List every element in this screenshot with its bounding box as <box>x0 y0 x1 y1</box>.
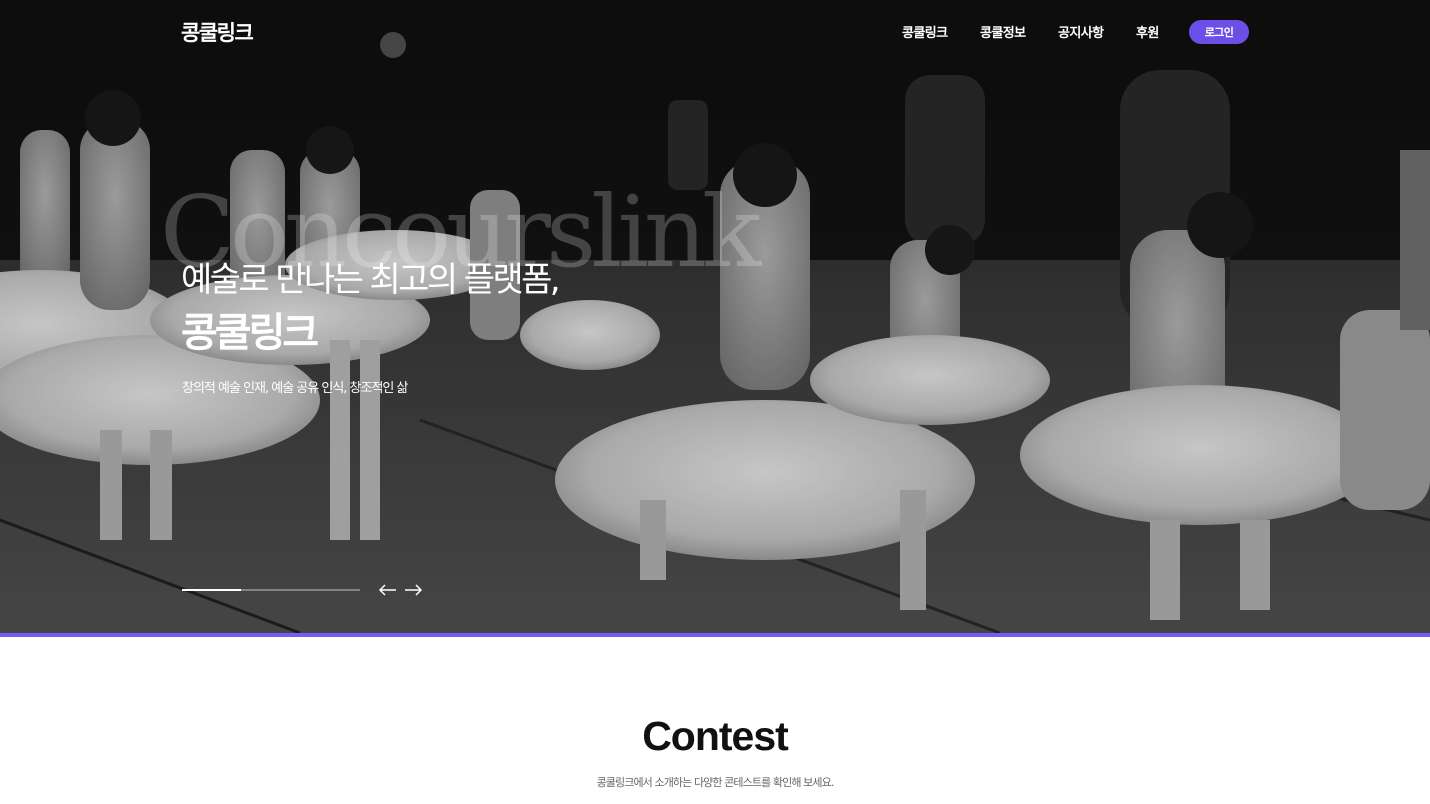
slider-progress-bar <box>182 589 360 591</box>
nav-item-contest-info[interactable]: 콩쿨정보 <box>980 22 1026 41</box>
arrow-right-icon <box>405 584 423 596</box>
login-button[interactable]: 로그인 <box>1189 20 1249 44</box>
section-title: Contest <box>642 713 789 759</box>
slider-prev-button[interactable] <box>377 579 399 601</box>
hero-banner: Concourslink 예술로 만나는 최고의 플랫폼, 콩쿨링크 창의적 예… <box>0 0 1430 633</box>
hero-heading-brand: 콩쿨링크 <box>181 310 319 356</box>
hero-bottom-accent <box>0 633 1430 637</box>
nav-item-concourslink[interactable]: 콩쿨링크 <box>902 22 948 41</box>
slider-progress-fill <box>182 589 241 591</box>
hero-heading: 예술로 만나는 최고의 플랫폼, <box>181 260 561 300</box>
nav-item-sponsor[interactable]: 후원 <box>1136 22 1159 41</box>
slider-next-button[interactable] <box>402 579 424 601</box>
section-subtitle: 콩쿨링크에서 소개하는 다양한 콘테스트를 확인해 보세요. <box>596 776 835 789</box>
nav-item-notices[interactable]: 공지사항 <box>1058 22 1104 41</box>
hero-subtext: 창의적 예술 인재, 예술 공유 인식, 창조적인 삶 <box>182 381 408 396</box>
arrow-left-icon <box>378 584 396 596</box>
site-header: 콩쿨링크 콩쿨링크 콩쿨정보 공지사항 후원 로그인 <box>0 0 1430 64</box>
